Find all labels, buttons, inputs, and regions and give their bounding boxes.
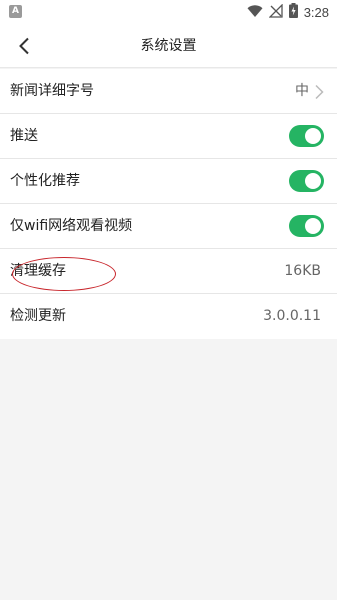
page-title: 系统设置: [140, 38, 197, 54]
setting-check-update-label: 检测更新: [10, 308, 66, 324]
toggle-knob: [305, 128, 321, 144]
setting-personalized-label: 个性化推荐: [10, 173, 80, 189]
toggle-knob: [305, 173, 321, 189]
personalized-toggle[interactable]: [289, 170, 324, 192]
setting-check-update[interactable]: 检测更新 3.0.0.11: [0, 294, 337, 339]
clock-time: 3:28: [303, 4, 329, 20]
toggle-knob: [305, 218, 321, 234]
setting-font-size-value: 中: [295, 83, 309, 99]
signal-off-icon: [268, 2, 283, 22]
chevron-right-icon: [315, 84, 324, 100]
setting-push: 推送: [0, 114, 337, 159]
setting-wifi-video: 仅wifi网络观看视频: [0, 204, 337, 249]
battery-charging-icon: [288, 2, 298, 22]
setting-push-label: 推送: [10, 128, 38, 144]
setting-clear-cache-value: 16KB: [284, 263, 321, 279]
setting-font-size-label: 新闻详细字号: [10, 83, 94, 99]
wifi-video-toggle[interactable]: [289, 215, 324, 237]
wifi-icon: [247, 3, 263, 22]
setting-font-size[interactable]: 新闻详细字号 中: [0, 69, 337, 114]
setting-check-update-value: 3.0.0.11: [263, 308, 321, 324]
settings-list: 新闻详细字号 中 推送 个性化推荐 仅wifi网络观看视频 清理缓存 16KB …: [0, 69, 337, 339]
app-notification-icon: A: [9, 5, 22, 18]
status-bar: A 3:28: [0, 0, 337, 24]
setting-clear-cache-label: 清理缓存: [10, 263, 66, 279]
setting-wifi-video-label: 仅wifi网络观看视频: [10, 218, 133, 234]
status-icons: 3:28: [247, 2, 329, 22]
app-header: 系统设置: [0, 24, 337, 68]
push-toggle[interactable]: [289, 125, 324, 147]
setting-clear-cache[interactable]: 清理缓存 16KB: [0, 249, 337, 294]
setting-personalized: 个性化推荐: [0, 159, 337, 204]
